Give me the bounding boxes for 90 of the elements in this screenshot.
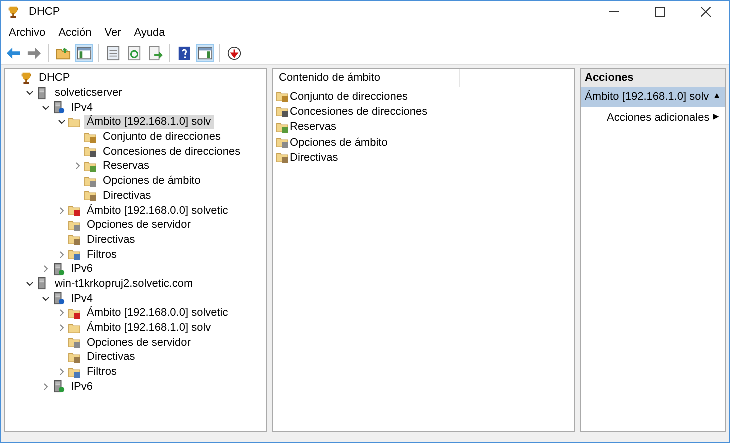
folder-icon	[68, 233, 81, 246]
tree-item[interactable]: Ámbito [192.168.0.0] solvetic	[84, 306, 232, 320]
tree-item[interactable]: IPv4	[68, 292, 96, 306]
tree-item[interactable]: Filtros	[84, 365, 120, 380]
expand-icon[interactable]	[58, 206, 66, 215]
folder-icon	[276, 120, 289, 134]
action-group[interactable]: Ámbito [192.168.1.0] solv ▲	[581, 87, 725, 107]
trophy-icon	[20, 72, 33, 85]
tree-item[interactable]: Ámbito [192.168.1.0] solv	[84, 321, 214, 336]
tree-item[interactable]: Ámbito [192.168.1.0] solv	[84, 115, 214, 130]
server-icon	[36, 86, 49, 100]
toolbar-button[interactable]	[75, 44, 93, 62]
server-icon	[52, 262, 65, 276]
collapse-icon[interactable]	[42, 294, 50, 303]
folder-icon	[276, 136, 289, 150]
collapse-icon[interactable]	[26, 89, 34, 98]
window-title: DHCP	[29, 6, 60, 18]
menu-item[interactable]: Archivo	[9, 27, 46, 39]
expand-icon[interactable]	[58, 250, 66, 259]
expand-icon[interactable]	[42, 382, 50, 391]
pane-icon	[76, 46, 92, 60]
expand-icon[interactable]	[42, 265, 50, 274]
list-item[interactable]: Concesiones de direcciones	[290, 106, 428, 118]
tree-item[interactable]: Directivas	[84, 232, 138, 247]
pane-icon	[198, 46, 212, 60]
tree-item[interactable]: Conjunto de direcciones	[100, 130, 224, 144]
menu-item[interactable]: Ayuda	[134, 27, 166, 39]
collapse-icon[interactable]	[42, 104, 50, 112]
toolbar-button[interactable]	[196, 44, 214, 62]
refresh-icon	[126, 46, 142, 60]
folder-icon	[68, 350, 81, 364]
expand-icon[interactable]	[58, 368, 66, 376]
tree-item[interactable]: Opciones de servidor	[84, 336, 194, 350]
export-icon	[148, 46, 162, 60]
list-item[interactable]: Opciones de ámbito	[290, 136, 388, 149]
tree-item[interactable]: Directivas	[84, 350, 138, 364]
folder-icon	[68, 336, 81, 350]
folder-icon	[68, 366, 81, 379]
folder-icon	[276, 90, 289, 104]
tree-item[interactable]: Concesiones de direcciones	[100, 144, 244, 159]
server-icon	[52, 380, 65, 394]
folder-icon	[276, 151, 289, 164]
tree-item[interactable]: solveticserver	[52, 86, 126, 100]
folder-icon	[68, 204, 81, 218]
expand-icon[interactable]	[74, 162, 82, 170]
back-arrow-icon	[6, 46, 20, 60]
list-item[interactable]: Conjunto de direcciones	[290, 90, 408, 103]
tree-item[interactable]: IPv4	[68, 100, 96, 115]
forward-arrow-icon	[26, 46, 42, 60]
server-icon	[52, 101, 65, 114]
folder-icon	[84, 189, 97, 202]
tree-item[interactable]: Filtros	[84, 248, 120, 262]
folder-icon	[84, 130, 97, 144]
collapse-icon[interactable]	[58, 118, 66, 126]
tree-item[interactable]: Opciones de servidor	[84, 218, 194, 232]
tree-item[interactable]: Opciones de ámbito	[100, 174, 204, 188]
folder-icon	[68, 116, 81, 129]
list-item[interactable]: Directivas	[290, 152, 338, 164]
properties-icon	[106, 46, 120, 60]
folder-icon	[68, 306, 81, 320]
toolbar-button[interactable]	[225, 44, 243, 62]
tree-item[interactable]: DHCP	[36, 71, 74, 86]
list-item[interactable]: Reservas	[290, 121, 336, 134]
tree-item[interactable]: Reservas	[100, 159, 152, 174]
action-item[interactable]: Acciones adicionales ▶	[581, 107, 725, 129]
server-icon	[36, 277, 49, 290]
help-icon	[176, 46, 192, 60]
folder-icon	[84, 145, 97, 158]
folder-icon	[56, 46, 70, 60]
expand-icon[interactable]	[58, 309, 66, 318]
menu-item[interactable]: Acción	[58, 27, 92, 39]
collapse-icon[interactable]	[26, 280, 34, 288]
tree-item[interactable]: IPv6	[68, 262, 96, 276]
folder-icon	[276, 105, 289, 118]
folder-icon	[68, 218, 81, 232]
menu-item[interactable]: Ver	[104, 27, 122, 39]
trophy-icon	[7, 6, 20, 18]
tree-item[interactable]: win-t1krkopruj2.solvetic.com	[52, 276, 196, 291]
expand-icon[interactable]	[58, 324, 66, 332]
folder-icon	[68, 248, 81, 262]
stop-icon	[226, 46, 242, 60]
tree-item[interactable]: Ámbito [192.168.0.0] solvetic	[84, 204, 232, 218]
column-header[interactable]: Contenido de ámbito	[279, 69, 460, 87]
folder-icon	[68, 322, 81, 335]
server-icon	[52, 292, 65, 306]
actions-header: Acciones	[581, 69, 725, 87]
folder-icon	[84, 174, 97, 188]
tree-item[interactable]: IPv6	[68, 380, 96, 394]
tree-item[interactable]: Directivas	[100, 188, 154, 203]
folder-icon	[84, 160, 97, 173]
